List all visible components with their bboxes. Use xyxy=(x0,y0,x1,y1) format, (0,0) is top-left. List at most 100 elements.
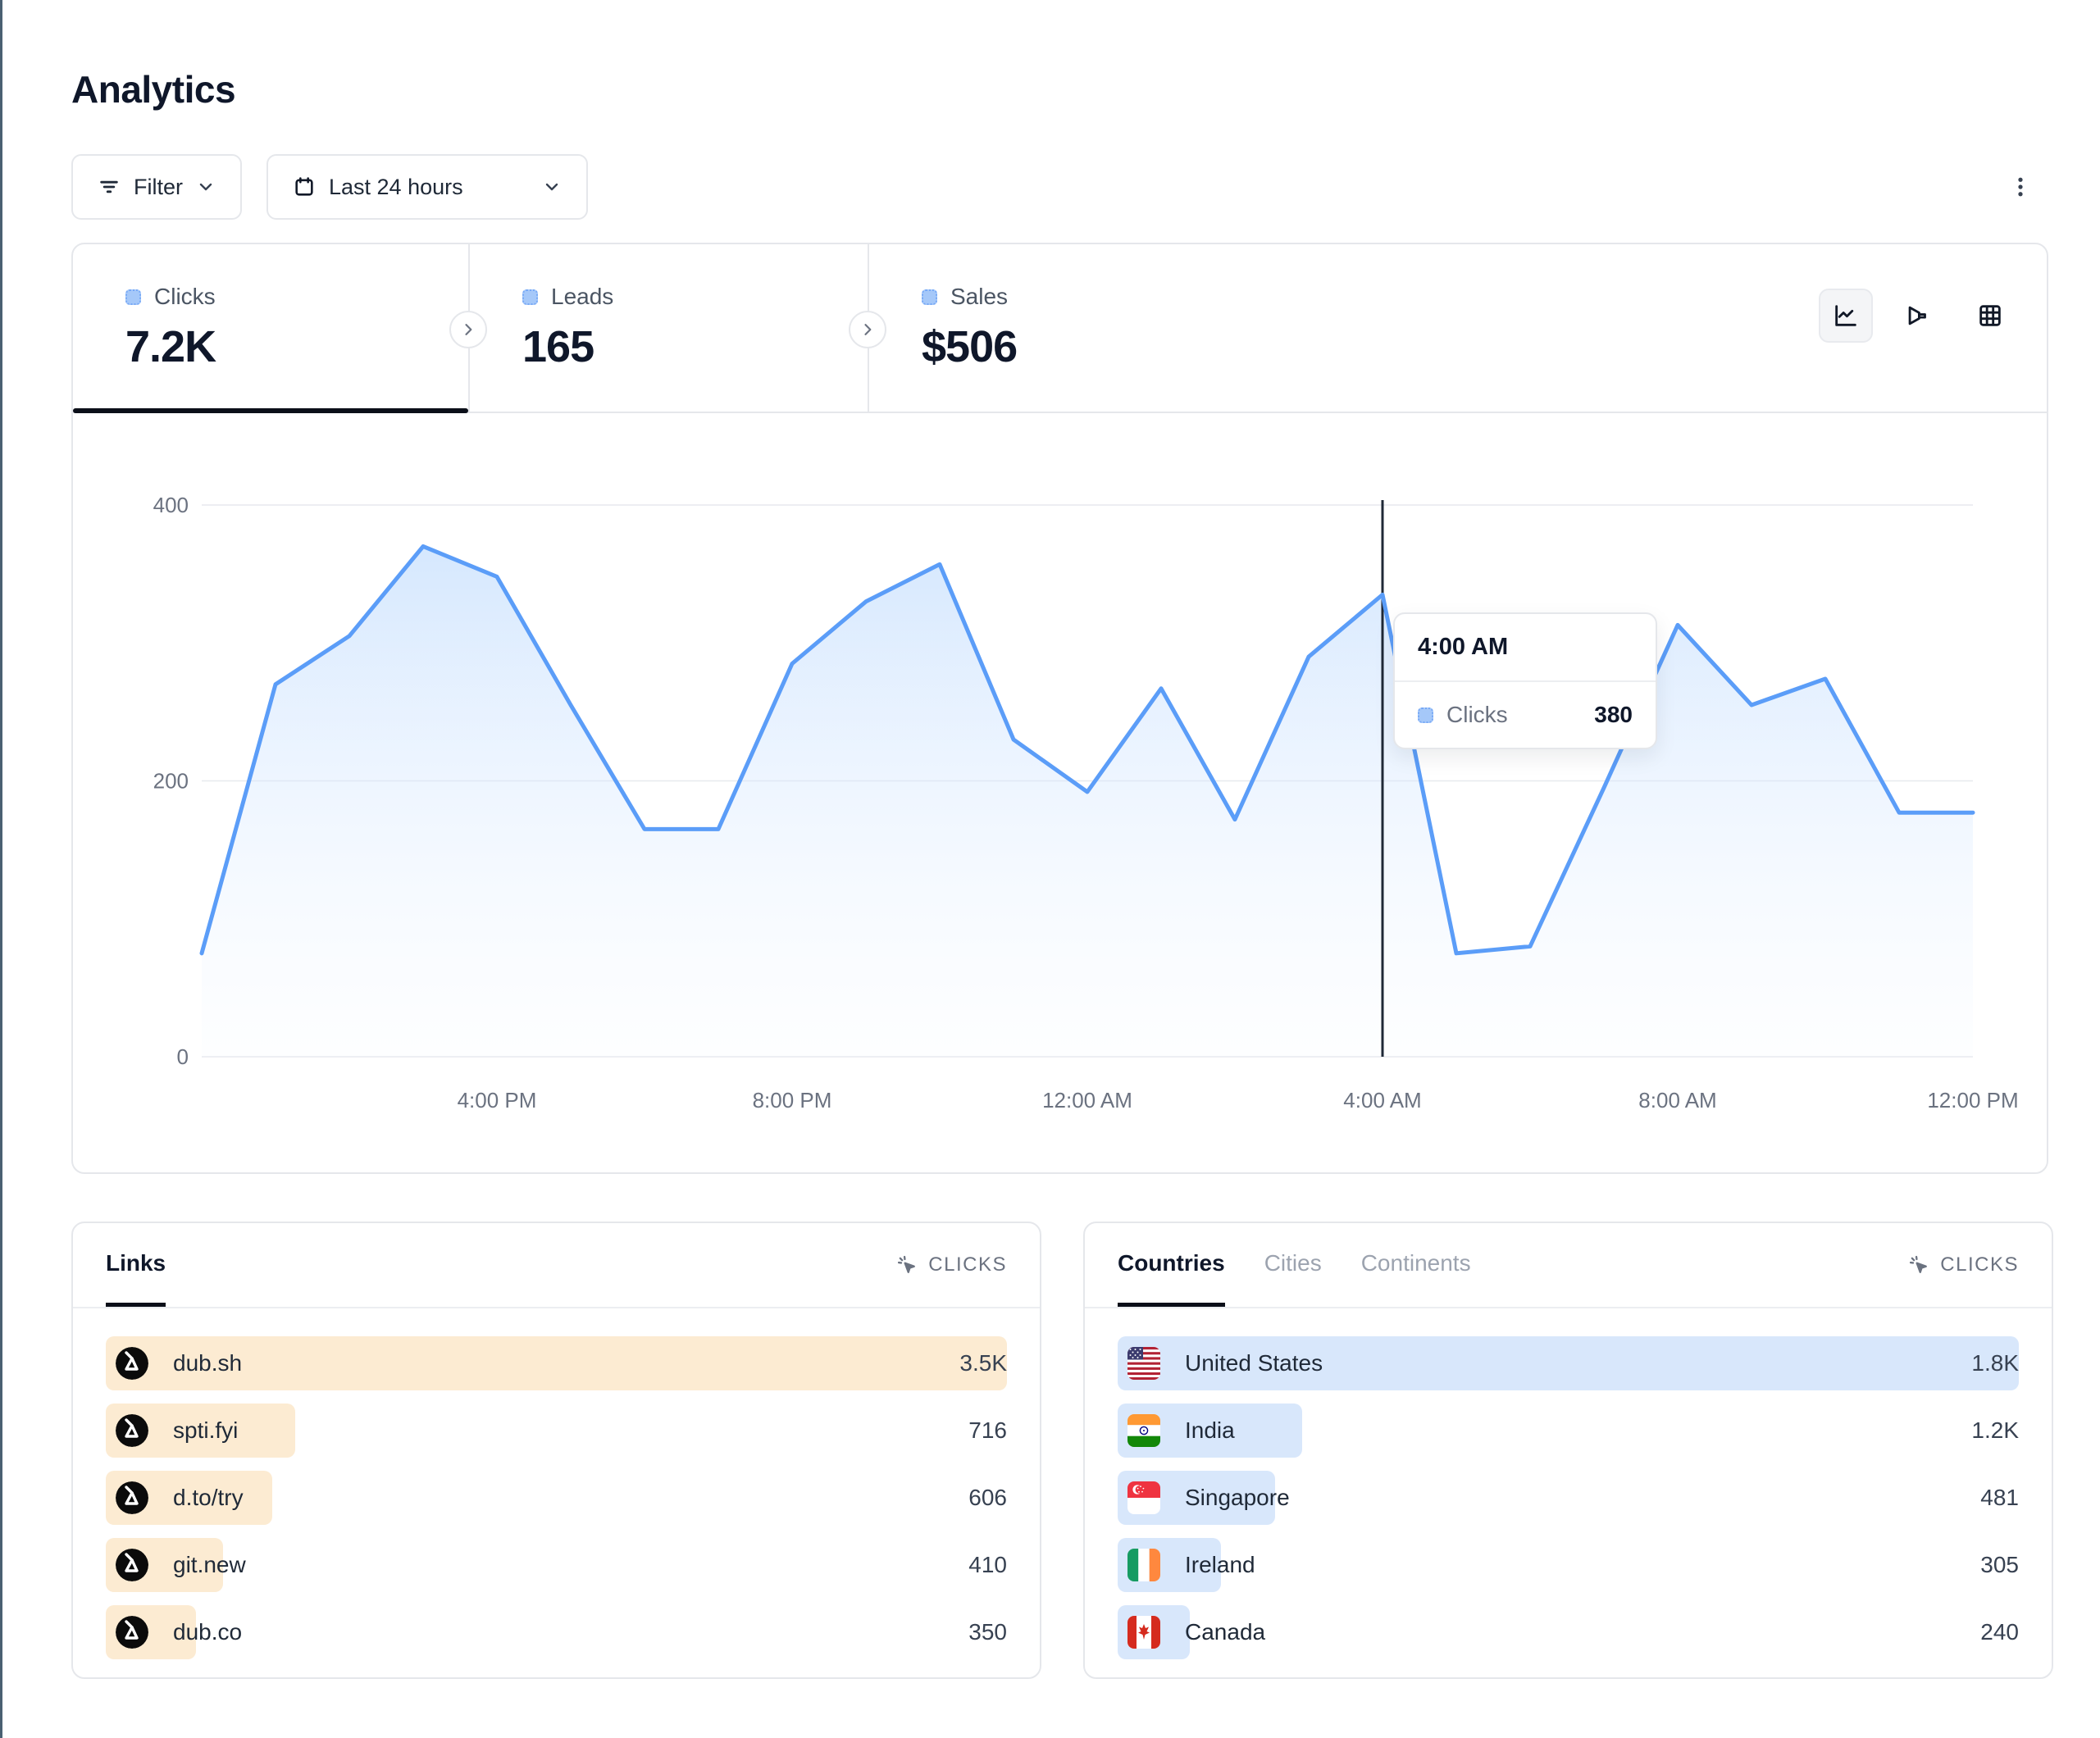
funnel-icon xyxy=(1904,302,1932,330)
tab-leads[interactable]: Leads 165 xyxy=(468,244,868,412)
chevron-right-icon xyxy=(460,321,476,338)
stats-row: Clicks 7.2K Leads 165 Sales $506 xyxy=(73,244,2047,413)
country-label: Singapore xyxy=(1185,1485,1290,1511)
links-panel: Links CLICKS dub.sh 3.5K xyxy=(71,1222,1041,1679)
singapore-flag-icon xyxy=(1127,1481,1160,1514)
leads-legend-swatch xyxy=(522,289,538,305)
links-list: dub.sh 3.5K spti.fyi 716 d.to/try 606 gi… xyxy=(73,1308,1040,1666)
country-label: Canada xyxy=(1185,1619,1265,1645)
date-range-button[interactable]: Last 24 hours xyxy=(266,154,588,220)
table-view-button[interactable] xyxy=(1963,289,2017,343)
x-axis-tick-label: 8:00 PM xyxy=(753,1088,832,1112)
next-step-chevron-button[interactable] xyxy=(849,311,886,348)
us-flag-icon xyxy=(1127,1347,1160,1380)
tab-links[interactable]: Links xyxy=(106,1223,166,1307)
country-clicks-value: 240 xyxy=(1980,1619,2019,1645)
link-label: dub.sh xyxy=(173,1350,242,1376)
analytics-card: Clicks 7.2K Leads 165 Sales $506 xyxy=(71,243,2048,1174)
country-row[interactable]: Canada 240 xyxy=(1118,1599,2019,1666)
clicks-value: 7.2K xyxy=(125,321,468,372)
links-metric-label: CLICKS xyxy=(928,1253,1007,1276)
link-row[interactable]: d.to/try 606 xyxy=(106,1464,1007,1531)
link-label: dub.co xyxy=(173,1619,242,1645)
chevron-right-icon xyxy=(859,321,876,338)
sales-legend-swatch xyxy=(922,289,937,305)
clicks-label: Clicks xyxy=(154,284,216,310)
x-axis-tick-label: 12:00 PM xyxy=(1927,1088,2018,1112)
x-axis-tick-label: 4:00 AM xyxy=(1343,1088,1421,1112)
line-chart-view-button[interactable] xyxy=(1819,289,1873,343)
tooltip-time: 4:00 AM xyxy=(1395,614,1656,682)
cursor-click-icon xyxy=(895,1253,918,1276)
tooltip-legend-swatch xyxy=(1418,707,1433,723)
country-label: Ireland xyxy=(1185,1552,1255,1578)
y-axis-tick-label: 0 xyxy=(177,1044,189,1069)
link-label: spti.fyi xyxy=(173,1417,238,1444)
leads-value: 165 xyxy=(522,321,868,372)
geo-metric-chip[interactable]: CLICKS xyxy=(1907,1253,2019,1276)
ireland-flag-icon xyxy=(1127,1549,1160,1581)
links-metric-chip[interactable]: CLICKS xyxy=(895,1253,1007,1276)
link-row[interactable]: spti.fyi 716 xyxy=(106,1397,1007,1464)
x-axis-tick-label: 8:00 AM xyxy=(1638,1088,1716,1112)
clicks-area-chart[interactable]: 0 200 400 4:00 PM 8:00 PM 12:00 AM 4:00 AM 8:00… xyxy=(73,495,2047,1151)
table-grid-icon xyxy=(1976,302,2004,330)
chart-view-switcher xyxy=(1819,289,2017,343)
funnel-view-button[interactable] xyxy=(1891,289,1945,343)
country-row[interactable]: Ireland 305 xyxy=(1118,1531,2019,1599)
cursor-click-icon xyxy=(1907,1253,1930,1276)
links-panel-header: Links CLICKS xyxy=(73,1223,1040,1308)
sales-label: Sales xyxy=(950,284,1008,310)
dub-logo-icon xyxy=(116,1414,148,1447)
tab-sales[interactable]: Sales $506 xyxy=(868,244,1267,412)
clicks-legend-swatch xyxy=(125,289,141,305)
calendar-icon xyxy=(293,175,316,198)
country-row[interactable]: Singapore 481 xyxy=(1118,1464,2019,1531)
clicks-chart-area[interactable]: 0 200 400 4:00 PM 8:00 PM 12:00 AM 4:00 AM 8:00… xyxy=(73,413,2047,1172)
y-axis-tick-label: 400 xyxy=(153,495,189,517)
geo-metric-label: CLICKS xyxy=(1940,1253,2019,1276)
analytics-page: Analytics Filter Last 24 hours xyxy=(0,0,2100,1738)
y-axis-tick-label: 200 xyxy=(153,769,189,794)
link-clicks-value: 410 xyxy=(968,1552,1007,1578)
leads-label: Leads xyxy=(551,284,613,310)
link-row[interactable]: dub.co 350 xyxy=(106,1599,1007,1666)
tooltip-value: 380 xyxy=(1594,702,1633,728)
next-step-chevron-button[interactable] xyxy=(449,311,487,348)
canada-flag-icon xyxy=(1127,1616,1160,1649)
sales-value: $506 xyxy=(922,321,1267,372)
geo-panel-header: Countries Cities Continents CLICKS xyxy=(1085,1223,2052,1308)
filter-button[interactable]: Filter xyxy=(71,154,242,220)
dub-logo-icon xyxy=(116,1616,148,1649)
link-clicks-value: 3.5K xyxy=(959,1350,1007,1376)
india-flag-icon xyxy=(1127,1414,1160,1447)
link-clicks-value: 606 xyxy=(968,1485,1007,1511)
chart-tooltip: 4:00 AM Clicks 380 xyxy=(1393,612,1657,749)
country-row[interactable]: India 1.2K xyxy=(1118,1397,2019,1464)
geo-panel: Countries Cities Continents CLICKS Unite… xyxy=(1083,1222,2053,1679)
tab-continents[interactable]: Continents xyxy=(1361,1223,1471,1307)
tab-clicks[interactable]: Clicks 7.2K xyxy=(73,244,468,412)
link-row[interactable]: git.new 410 xyxy=(106,1531,1007,1599)
line-chart-icon xyxy=(1832,302,1860,330)
x-axis-tick-label: 4:00 PM xyxy=(458,1088,537,1112)
x-axis-tick-label: 12:00 AM xyxy=(1042,1088,1132,1112)
link-clicks-value: 350 xyxy=(968,1619,1007,1645)
link-row[interactable]: dub.sh 3.5K xyxy=(106,1330,1007,1397)
country-row[interactable]: United States 1.8K xyxy=(1118,1330,2019,1397)
link-clicks-value: 716 xyxy=(968,1417,1007,1444)
filter-button-label: Filter xyxy=(134,175,183,200)
date-range-label: Last 24 hours xyxy=(329,175,463,200)
more-options-button[interactable] xyxy=(1993,157,2048,216)
kebab-menu-icon xyxy=(2008,175,2033,199)
link-label: d.to/try xyxy=(173,1485,244,1511)
tab-countries[interactable]: Countries xyxy=(1118,1223,1225,1307)
country-clicks-value: 305 xyxy=(1980,1552,2019,1578)
country-label: United States xyxy=(1185,1350,1323,1376)
tab-cities[interactable]: Cities xyxy=(1264,1223,1322,1307)
page-title: Analytics xyxy=(71,67,235,111)
dub-logo-icon xyxy=(116,1481,148,1514)
link-label: git.new xyxy=(173,1552,246,1578)
dub-logo-icon xyxy=(116,1347,148,1380)
chevron-down-icon xyxy=(196,177,216,197)
